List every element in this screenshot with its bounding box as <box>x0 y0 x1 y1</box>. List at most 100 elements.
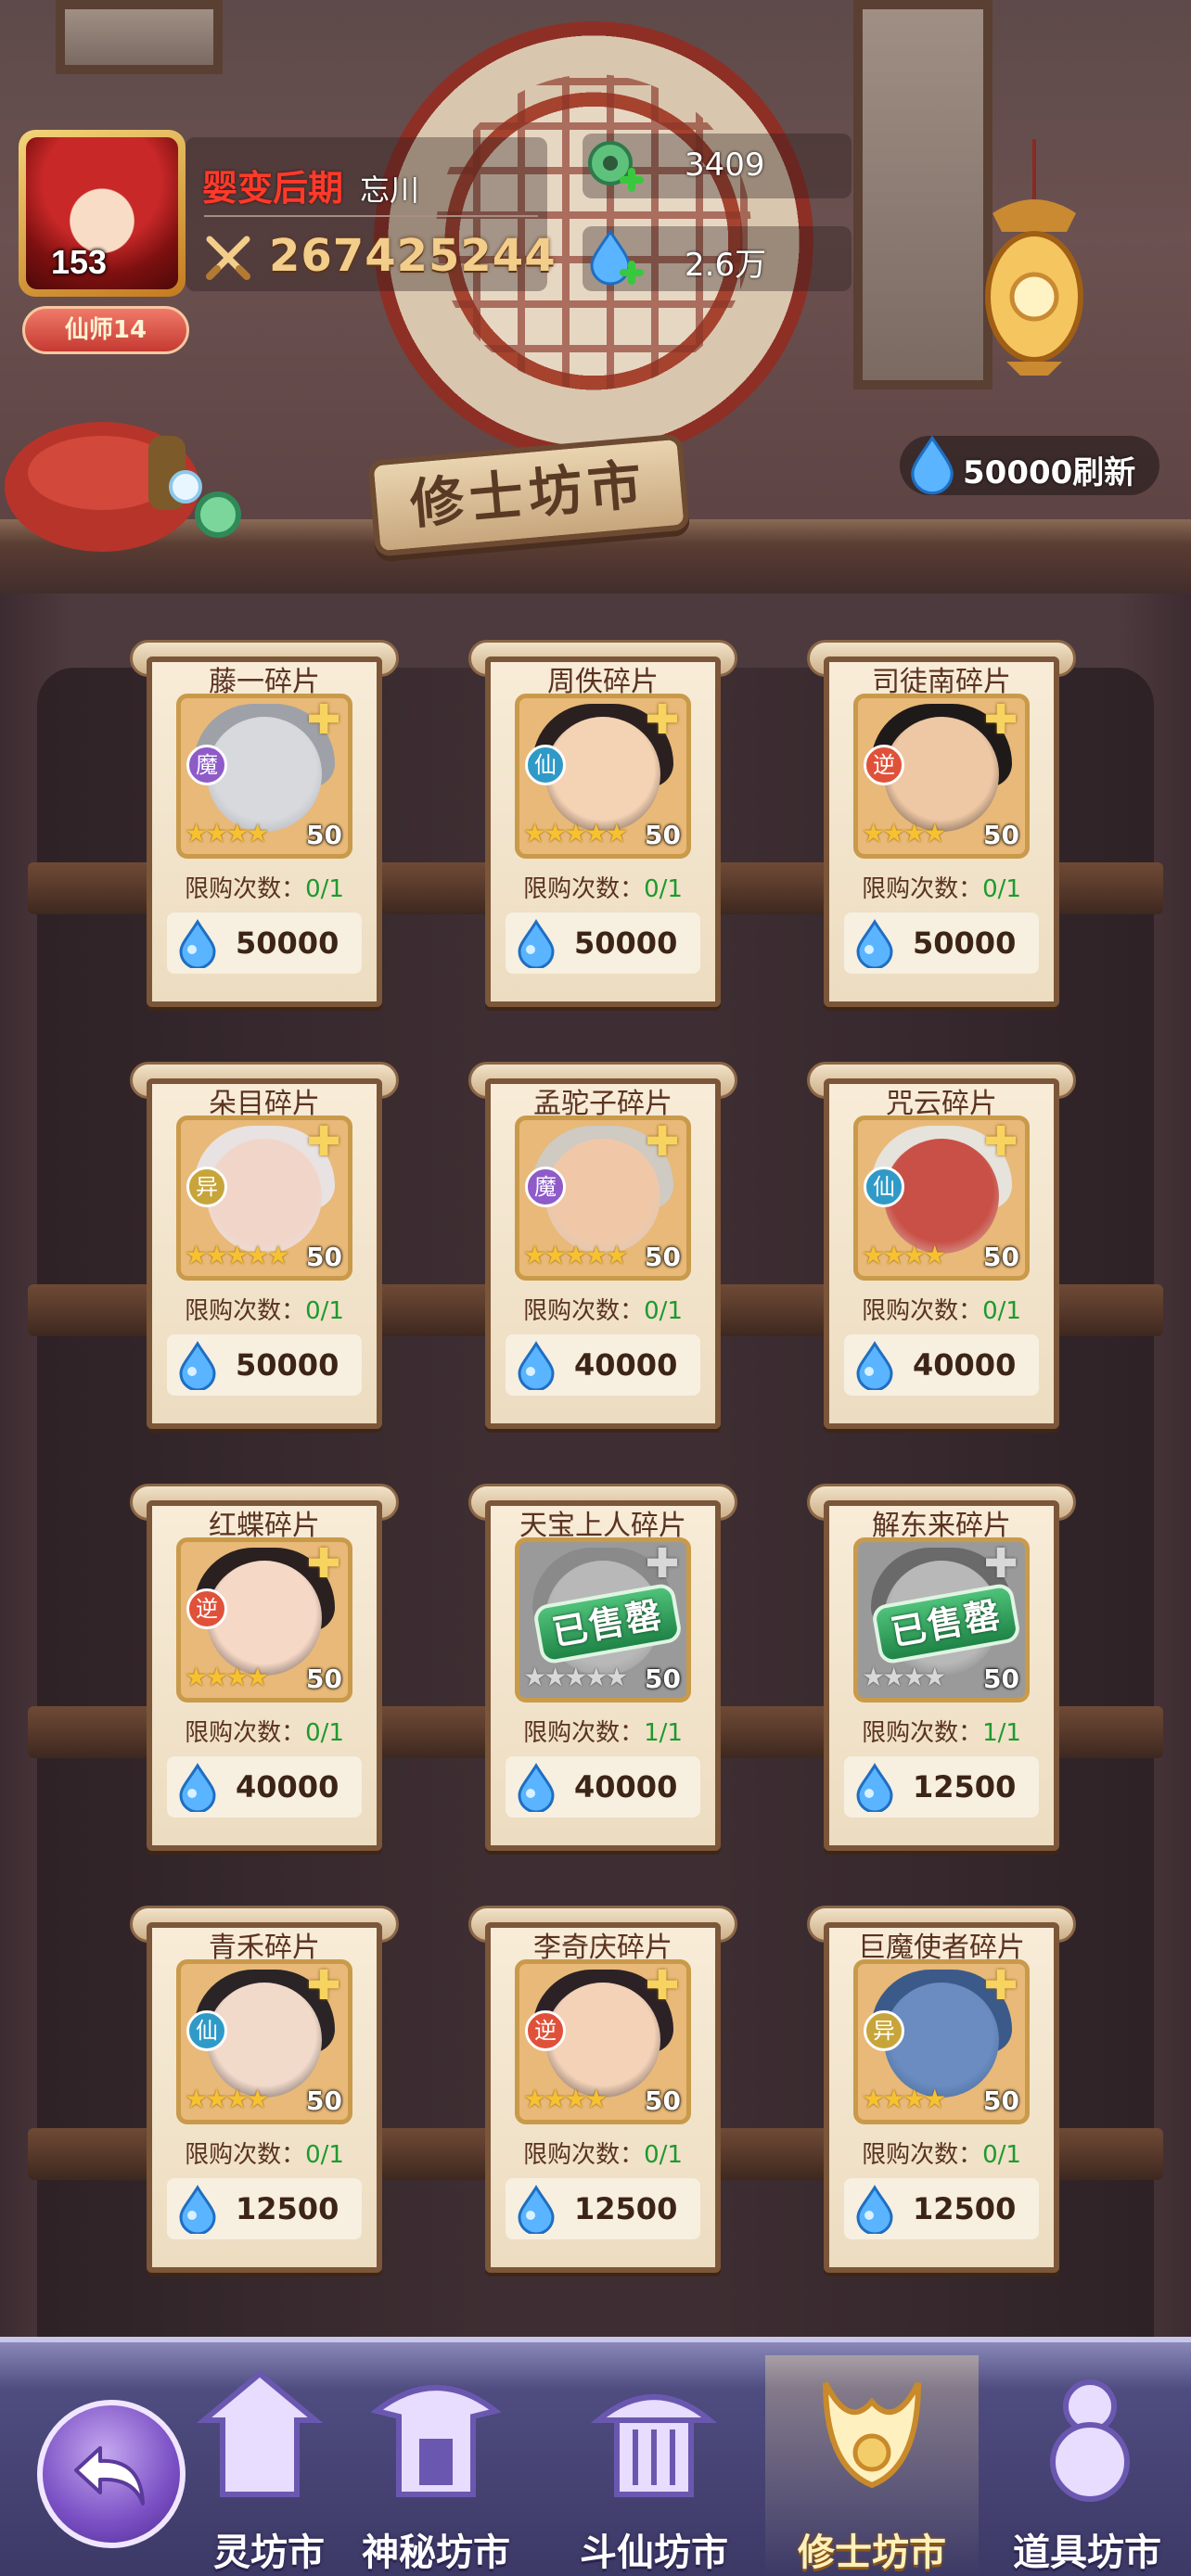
star-rating: ★★★★ <box>185 818 269 848</box>
purchase-limit: 限购次数：0/1 <box>807 2136 1076 2170</box>
item-price: 50000 <box>913 925 1017 961</box>
tab-mystery-market[interactable]: 神秘坊市 <box>329 2355 543 2576</box>
shop-item-card[interactable]: 咒云碎片仙 ✚ ★★★★ 50 限购次数：0/1 40000 <box>807 1062 1076 1429</box>
buy-button[interactable]: 50000 <box>167 1334 362 1396</box>
fragment-plus-icon: ✚ <box>645 696 680 744</box>
star-rating: ★★★★★ <box>523 1662 629 1692</box>
tab-label: 道具坊市 <box>1013 2531 1161 2574</box>
character-portrait[interactable]: 异 ✚ ★★★★ 50 <box>853 1959 1030 2124</box>
purchase-limit: 限购次数：0/1 <box>130 2136 399 2170</box>
spirit-water-amount: 2.6万 <box>685 247 767 284</box>
item-price: 50000 <box>236 1347 339 1383</box>
buy-button[interactable]: 40000 <box>506 1334 700 1396</box>
star-rating: ★★★★★ <box>523 818 629 848</box>
limit-value: 0/1 <box>982 875 1021 903</box>
spirit-water-icon <box>179 1341 216 1390</box>
star-rating: ★★★★ <box>862 2084 946 2114</box>
fragment-count: 50 <box>983 1242 1019 1272</box>
limit-label: 限购次数： <box>185 1719 306 1747</box>
character-portrait[interactable]: 仙 ✚ ★★★★★ 50 <box>515 694 691 859</box>
item-price: 40000 <box>574 1347 678 1383</box>
fragment-plus-icon: ✚ <box>983 696 1018 744</box>
shop-item-card[interactable]: 朵目碎片异 ✚ ★★★★★ 50 限购次数：0/1 50000 <box>130 1062 399 1429</box>
limit-value: 0/1 <box>982 1297 1021 1325</box>
buy-button[interactable]: 40000 <box>506 1756 700 1817</box>
fragment-count: 50 <box>645 1242 681 1272</box>
character-portrait[interactable]: 逆 ✚ ★★★★ 50 <box>176 1537 352 1702</box>
back-button[interactable] <box>37 2400 186 2548</box>
fragment-plus-icon: ✚ <box>306 1540 341 1588</box>
character-portrait[interactable]: 魔 ✚ ★★★★ 50 <box>176 694 352 859</box>
limit-value: 0/1 <box>305 875 344 903</box>
shop-item-card[interactable]: 青禾碎片仙 ✚ ★★★★ 50 限购次数：0/1 12500 <box>130 1906 399 2273</box>
limit-label: 限购次数： <box>185 1297 306 1325</box>
purchase-limit: 限购次数：0/1 <box>468 2136 737 2170</box>
purchase-limit: 限购次数：0/1 <box>130 1292 399 1326</box>
faction-badge: 逆 <box>186 1588 227 1629</box>
fragment-plus-icon: ✚ <box>306 1962 341 2009</box>
limit-label: 限购次数： <box>523 1297 645 1325</box>
fragment-count: 50 <box>306 2085 342 2116</box>
buy-button[interactable]: 50000 <box>167 912 362 974</box>
buy-button[interactable]: 40000 <box>167 1756 362 1817</box>
spirit-water-icon <box>179 1763 216 1812</box>
buy-button[interactable]: 50000 <box>844 912 1039 974</box>
buy-button[interactable]: 50000 <box>506 912 700 974</box>
rank-badge[interactable]: 仙师14 <box>22 306 189 354</box>
buy-button[interactable]: 12500 <box>844 2178 1039 2239</box>
fragment-count: 50 <box>306 820 342 850</box>
spirit-water-icon <box>911 435 954 495</box>
character-portrait[interactable]: ✚ ★★★★ 50 已售罄 <box>853 1537 1030 1702</box>
cultivation-realm: 婴变后期 <box>202 168 344 209</box>
spirit-water-icon <box>590 229 644 286</box>
refresh-label: 50000刷新 <box>963 454 1136 491</box>
character-portrait[interactable]: 仙 ✚ ★★★★ 50 <box>176 1959 352 2124</box>
character-portrait[interactable]: 逆 ✚ ★★★★ 50 <box>853 694 1030 859</box>
jade-coin-icon <box>588 141 644 192</box>
star-rating: ★★★★★ <box>523 1240 629 1270</box>
faction-badge: 异 <box>186 1167 227 1207</box>
treasure-pouch-icon <box>5 422 241 552</box>
player-level: 153 <box>50 243 108 281</box>
faction-badge: 魔 <box>525 1167 566 1207</box>
cultivator-emblem-icon <box>823 2381 921 2489</box>
shop-item-card[interactable]: 解东来碎片 ✚ ★★★★ 50 已售罄 限购次数：1/1 12500 <box>807 1484 1076 1851</box>
mystery-pavilion-icon <box>371 2385 501 2497</box>
shop-item-card[interactable]: 孟驼子碎片魔 ✚ ★★★★★ 50 限购次数：0/1 40000 <box>468 1062 737 1429</box>
shop-item-card[interactable]: 周佚碎片仙 ✚ ★★★★★ 50 限购次数：0/1 50000 <box>468 640 737 1007</box>
item-gourd-icon <box>1050 2379 1130 2502</box>
spirit-water-icon <box>179 919 216 968</box>
shop-item-card[interactable]: 红蝶碎片逆 ✚ ★★★★ 50 限购次数：0/1 40000 <box>130 1484 399 1851</box>
tab-arena-market[interactable]: 斗仙坊市 <box>547 2355 761 2576</box>
faction-badge: 仙 <box>864 1167 904 1207</box>
buy-button[interactable]: 40000 <box>844 1334 1039 1396</box>
shop-item-card[interactable]: 天宝上人碎片 ✚ ★★★★★ 50 已售罄 限购次数：1/1 40000 <box>468 1484 737 1851</box>
buy-button[interactable]: 12500 <box>167 2178 362 2239</box>
fragment-plus-icon: ✚ <box>983 1540 1018 1588</box>
back-arrow-icon <box>74 2446 145 2506</box>
tab-item-market[interactable]: 道具坊市 <box>983 2355 1191 2576</box>
character-portrait[interactable]: 魔 ✚ ★★★★★ 50 <box>515 1116 691 1281</box>
shop-item-card[interactable]: 司徒南碎片逆 ✚ ★★★★ 50 限购次数：0/1 50000 <box>807 640 1076 1007</box>
fragment-plus-icon: ✚ <box>983 1962 1018 2009</box>
shop-item-card[interactable]: 巨魔使者碎片异 ✚ ★★★★ 50 限购次数：0/1 12500 <box>807 1906 1076 2273</box>
shop-item-card[interactable]: 藤一碎片魔 ✚ ★★★★ 50 限购次数：0/1 50000 <box>130 640 399 1007</box>
limit-label: 限购次数： <box>862 2141 983 2169</box>
tab-cultivator-market[interactable]: 修士坊市 <box>765 2355 979 2576</box>
buy-button[interactable]: 12500 <box>844 1756 1039 1817</box>
character-portrait[interactable]: 异 ✚ ★★★★★ 50 <box>176 1116 352 1281</box>
faction-badge: 逆 <box>864 745 904 785</box>
fragment-count: 50 <box>983 2085 1019 2116</box>
character-portrait[interactable]: ✚ ★★★★★ 50 已售罄 <box>515 1537 691 1702</box>
fragment-count: 50 <box>645 820 681 850</box>
refresh-button[interactable]: 50000刷新 <box>900 435 1159 495</box>
star-rating: ★★★★ <box>862 818 946 848</box>
limit-value: 0/1 <box>305 1719 344 1747</box>
purchase-limit: 限购次数：0/1 <box>807 870 1076 904</box>
buy-button[interactable]: 12500 <box>506 2178 700 2239</box>
spirit-water-icon <box>179 2185 216 2234</box>
character-portrait[interactable]: 逆 ✚ ★★★★ 50 <box>515 1959 691 2124</box>
purchase-limit: 限购次数：0/1 <box>130 1714 399 1748</box>
shop-item-card[interactable]: 李奇庆碎片逆 ✚ ★★★★ 50 限购次数：0/1 12500 <box>468 1906 737 2273</box>
character-portrait[interactable]: 仙 ✚ ★★★★ 50 <box>853 1116 1030 1281</box>
